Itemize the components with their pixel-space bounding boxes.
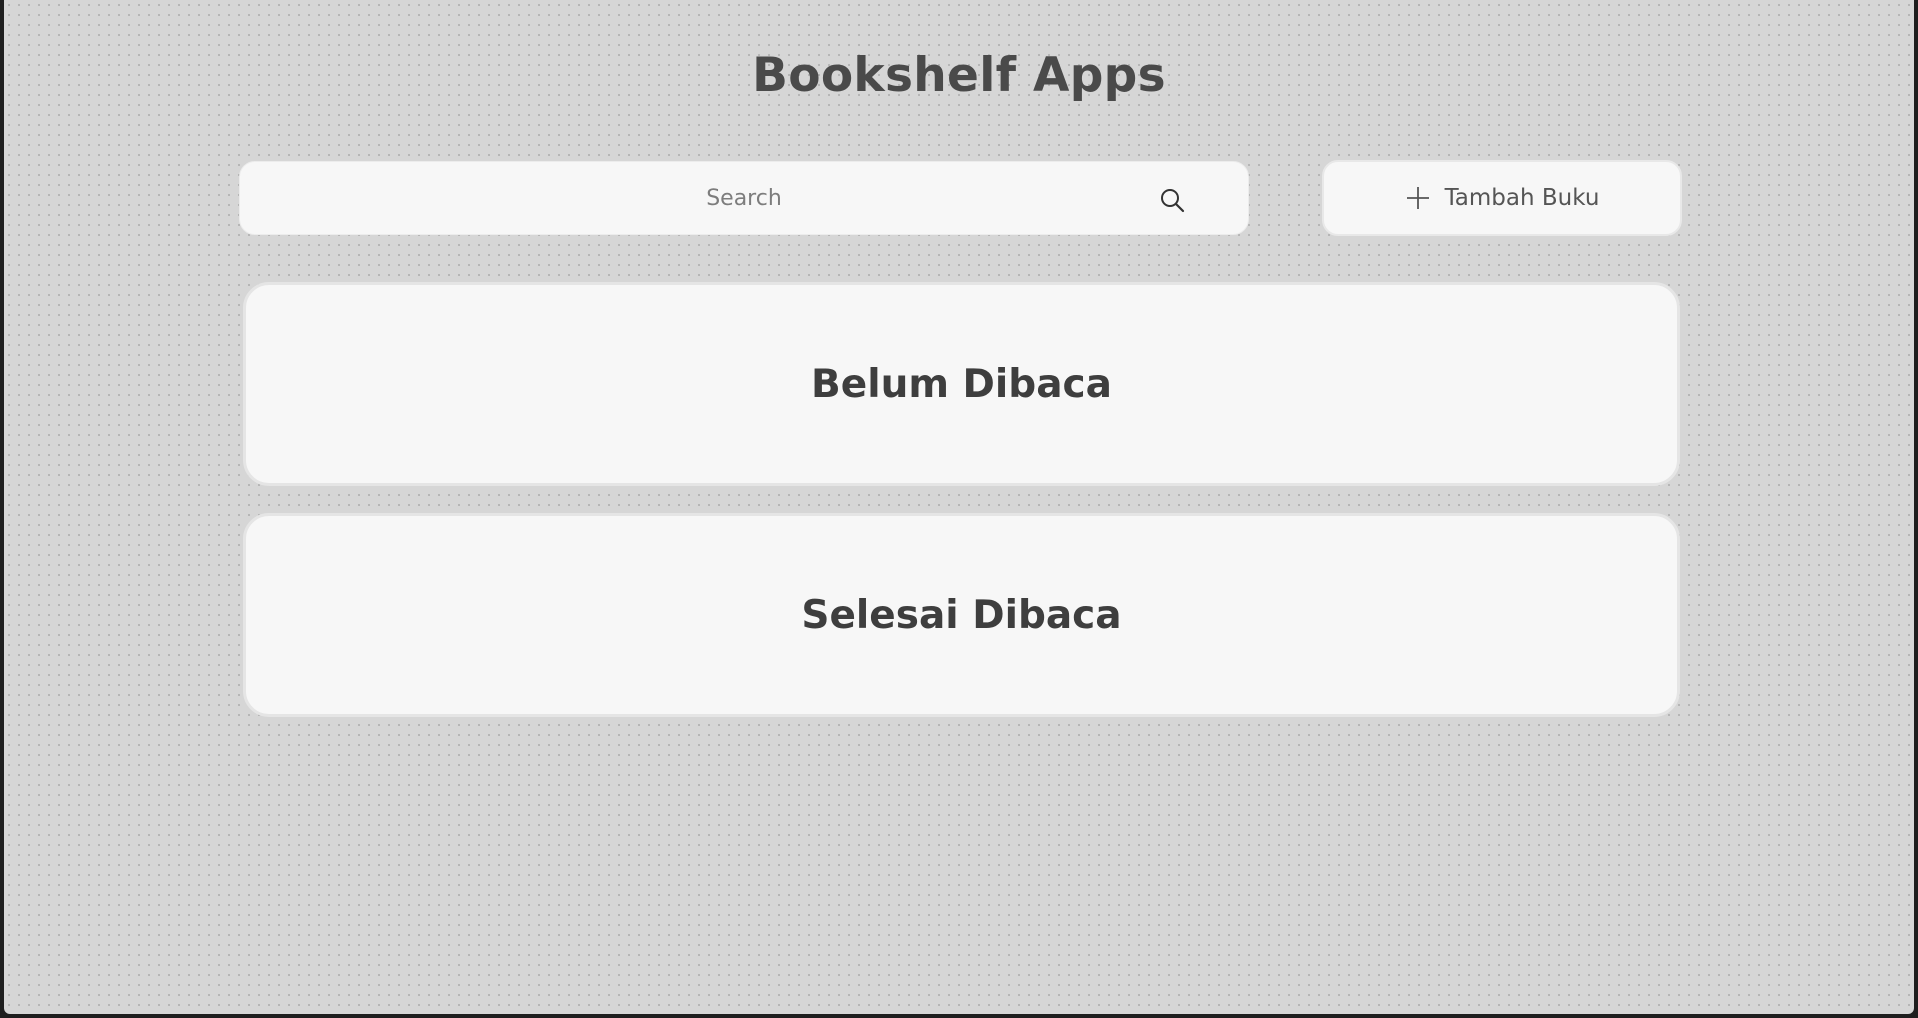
app-window: Bookshelf Apps Tambah Buku Belum Dibaca … bbox=[4, 0, 1914, 1014]
add-book-button[interactable]: Tambah Buku bbox=[1322, 160, 1682, 236]
plus-icon bbox=[1406, 187, 1429, 209]
search-icon[interactable] bbox=[1158, 186, 1186, 214]
search-input[interactable] bbox=[240, 162, 1248, 234]
shelf-title-read: Selesai Dibaca bbox=[801, 592, 1122, 638]
page-title: Bookshelf Apps bbox=[752, 48, 1166, 103]
search-box[interactable] bbox=[239, 161, 1249, 235]
shelf-title-unread: Belum Dibaca bbox=[811, 361, 1112, 407]
shelf-unread: Belum Dibaca bbox=[243, 282, 1680, 486]
add-book-label: Tambah Buku bbox=[1444, 185, 1600, 211]
shelf-read: Selesai Dibaca bbox=[243, 513, 1680, 717]
